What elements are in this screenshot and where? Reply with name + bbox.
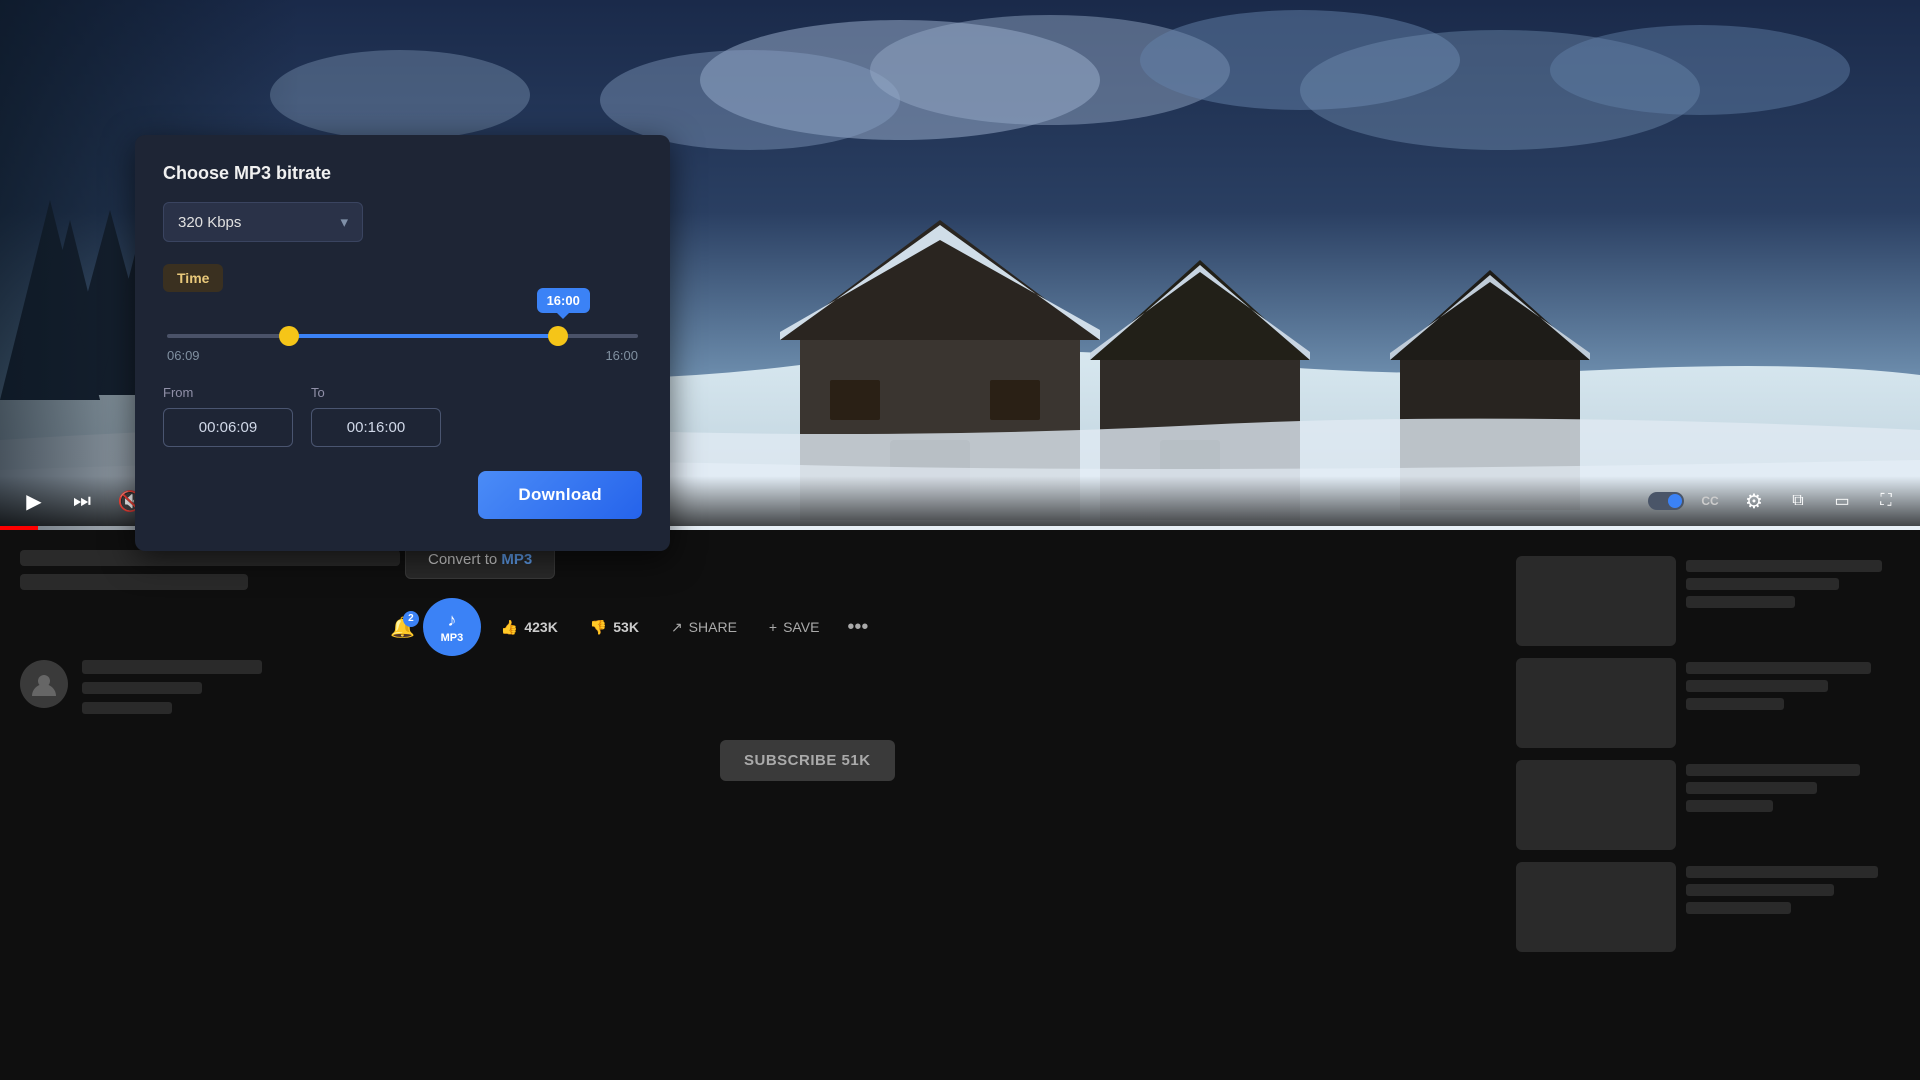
slider-thumb-left[interactable]	[279, 326, 299, 346]
sidebar-thumbnail	[1516, 658, 1676, 748]
share-button[interactable]: ↗ SHARE	[659, 611, 749, 644]
captions-button[interactable]: CC	[1692, 483, 1728, 519]
channel-area	[20, 660, 262, 714]
title-skeleton-line1	[20, 550, 400, 566]
sidebar-item	[1516, 658, 1904, 748]
convert-label-bold: MP3	[501, 551, 532, 568]
like-icon: 👍	[501, 619, 518, 636]
bitrate-dropdown[interactable]: 320 Kbps ▾	[163, 202, 363, 242]
autoplay-toggle[interactable]	[1648, 483, 1684, 519]
sidebar-meta	[1686, 556, 1904, 646]
sidebar-title-line2	[1686, 578, 1839, 590]
play-button[interactable]: ▶	[16, 483, 52, 519]
sidebar-item	[1516, 862, 1904, 952]
more-options-button[interactable]: •••	[839, 608, 876, 647]
sidebar-meta	[1686, 658, 1904, 748]
channel-extra-skeleton	[82, 702, 172, 714]
slider-left-label: 06:09	[167, 348, 200, 363]
save-icon: +	[769, 619, 777, 635]
sidebar-title-line2	[1686, 782, 1817, 794]
slider-fill	[289, 334, 557, 338]
fullscreen-button[interactable]: ⛶	[1868, 483, 1904, 519]
video-title-area	[20, 550, 400, 590]
mp3-music-icon: ♪	[447, 610, 456, 631]
dislike-button[interactable]: 👎 53K	[578, 611, 651, 644]
channel-subs-skeleton	[82, 682, 202, 694]
dislike-icon: 👎	[590, 619, 607, 636]
sidebar-meta	[1686, 760, 1904, 850]
to-input-group: To	[311, 385, 441, 447]
sidebar-meta	[1686, 862, 1904, 952]
bell-badge: 2	[403, 611, 419, 627]
to-label: To	[311, 385, 441, 400]
from-input[interactable]	[163, 408, 293, 447]
dropdown-chevron-icon: ▾	[340, 213, 348, 231]
sidebar-item	[1516, 760, 1904, 850]
sidebar-item	[1516, 556, 1904, 646]
save-button[interactable]: + SAVE	[757, 611, 832, 643]
time-inputs: From To	[163, 385, 642, 447]
sidebar-meta-line	[1686, 902, 1791, 914]
video-progress-fill	[0, 526, 38, 530]
mp3-circle-button[interactable]: ♪ MP3	[423, 598, 481, 656]
slider-track	[167, 334, 638, 338]
title-skeleton-line2	[20, 574, 248, 590]
action-bar: 🔔 2 ♪ MP3 👍 423K 👎 53K ↗ SHARE + SAVE ••…	[390, 598, 876, 656]
from-label: From	[163, 385, 293, 400]
sidebar-meta-line	[1686, 596, 1795, 608]
sidebar-meta-line	[1686, 698, 1784, 710]
modal-title: Choose MP3 bitrate	[163, 163, 642, 184]
bitrate-value: 320 Kbps	[178, 214, 241, 231]
sidebar-thumbnail	[1516, 862, 1676, 952]
sidebar-title-line1	[1686, 764, 1860, 776]
time-tooltip: 16:00	[537, 288, 590, 313]
bell-button[interactable]: 🔔 2	[390, 615, 415, 640]
like-count: 423K	[524, 619, 557, 635]
sidebar-title-line2	[1686, 680, 1828, 692]
subscribe-button[interactable]: SUBSCRIBE 51K	[720, 740, 895, 781]
sidebar-title-line2	[1686, 884, 1834, 896]
convert-label-prefix: Convert to	[428, 551, 501, 568]
channel-avatar[interactable]	[20, 660, 68, 708]
skip-button[interactable]: ⏭	[64, 483, 100, 519]
share-icon: ↗	[671, 619, 683, 636]
share-label: SHARE	[689, 619, 737, 635]
settings-button[interactable]: ⚙	[1736, 483, 1772, 519]
save-label: SAVE	[783, 619, 819, 635]
theater-button[interactable]: ▭	[1824, 483, 1860, 519]
like-button[interactable]: 👍 423K	[489, 611, 570, 644]
miniplayer-button[interactable]: ⧉	[1780, 483, 1816, 519]
right-sidebar	[1500, 540, 1920, 1080]
channel-name-skeleton	[82, 660, 262, 674]
download-button[interactable]: Download	[478, 471, 642, 519]
time-slider[interactable]: 16:00 06:09 16:00	[163, 334, 642, 363]
mp3-label: MP3	[441, 632, 464, 644]
channel-info	[82, 660, 262, 714]
from-input-group: From	[163, 385, 293, 447]
sidebar-title-line1	[1686, 560, 1882, 572]
to-input[interactable]	[311, 408, 441, 447]
sidebar-thumbnail	[1516, 760, 1676, 850]
sidebar-thumbnail	[1516, 556, 1676, 646]
dislike-count: 53K	[613, 619, 639, 635]
slider-thumb-right[interactable]	[548, 326, 568, 346]
sidebar-title-line1	[1686, 662, 1871, 674]
mp3-modal: Choose MP3 bitrate 320 Kbps ▾ Time 16:00…	[135, 135, 670, 551]
slider-labels: 06:09 16:00	[167, 348, 638, 363]
slider-right-label: 16:00	[605, 348, 638, 363]
sidebar-title-line1	[1686, 866, 1878, 878]
time-section-label: Time	[163, 264, 223, 292]
sidebar-meta-line	[1686, 800, 1773, 812]
